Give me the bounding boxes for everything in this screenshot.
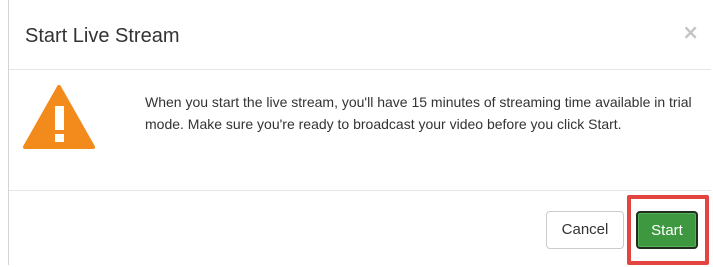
close-button[interactable]: × [682, 21, 699, 43]
dialog-footer: Cancel Start [9, 191, 711, 265]
warning-triangle-icon [23, 85, 95, 149]
dialog-title: Start Live Stream [25, 25, 180, 47]
start-button[interactable]: Start [636, 211, 698, 249]
screenshot-frame: Start Live Stream × When you start the l… [0, 0, 713, 267]
cancel-button[interactable]: Cancel [546, 211, 624, 249]
start-live-stream-dialog: Start Live Stream × When you start the l… [8, 0, 711, 265]
dialog-header: Start Live Stream × [9, 0, 711, 70]
dialog-body: When you start the live stream, you'll h… [9, 70, 711, 191]
dialog-message: When you start the live stream, you'll h… [145, 94, 692, 132]
